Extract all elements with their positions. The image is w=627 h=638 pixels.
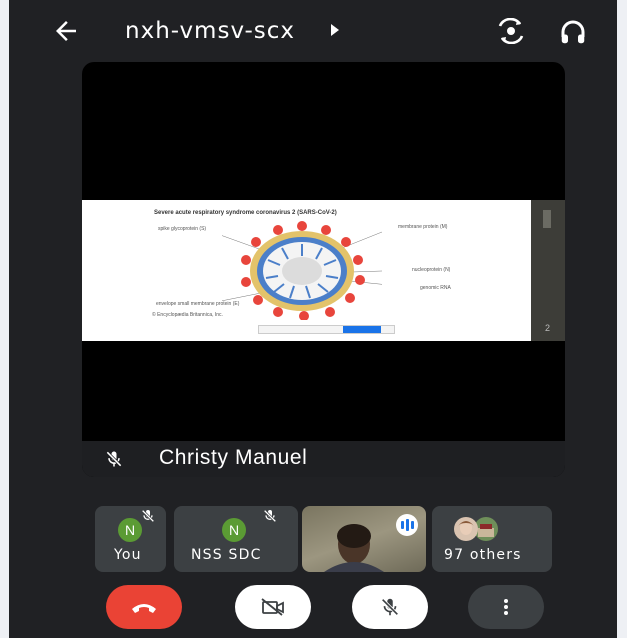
- slide-title: Severe acute respiratory syndrome corona…: [154, 210, 337, 216]
- avatar: N: [118, 518, 142, 542]
- mic-off-icon: [263, 509, 277, 523]
- meeting-details-caret-icon[interactable]: [331, 24, 339, 36]
- slide-label-spike: spike glycoprotein (S): [158, 226, 207, 232]
- more-options-button[interactable]: [468, 585, 544, 629]
- headphones-icon[interactable]: [558, 17, 588, 47]
- slide-sidebar: 2: [531, 200, 565, 341]
- slide-navigation-bar: [258, 325, 395, 334]
- participant-tile-you[interactable]: N You: [95, 506, 166, 572]
- coronavirus-diagram: [222, 221, 382, 320]
- speaking-indicator-icon: [396, 514, 418, 536]
- slide-sidebar-marker: [543, 210, 551, 228]
- meet-screen: nxh-vmsv-scx Severe acute respiratory sy…: [9, 0, 617, 638]
- avatar: N: [222, 518, 246, 542]
- participant-tile-nss-sdc[interactable]: N NSS SDC: [174, 506, 298, 572]
- slide-label-rna: genomic RNA: [420, 285, 451, 291]
- others-avatars: [454, 517, 498, 541]
- more-vert-icon: [504, 599, 508, 615]
- slide-label-nucleoprotein: nucleoprotein (N): [412, 267, 451, 273]
- participant-label: You: [114, 547, 142, 563]
- slide-nav-button: [343, 326, 381, 333]
- presenter-name-bar: Christy Manuel: [82, 441, 565, 477]
- end-call-button[interactable]: [106, 585, 182, 629]
- shared-slide: Severe acute respiratory syndrome corona…: [82, 200, 565, 341]
- hang-up-icon: [132, 604, 156, 613]
- meeting-code[interactable]: nxh-vmsv-scx: [125, 18, 295, 44]
- participant-tile-others[interactable]: 97 others: [432, 506, 552, 572]
- mic-off-icon: [106, 451, 122, 467]
- mic-off-icon: [141, 509, 155, 523]
- presentation-tile[interactable]: Severe acute respiratory syndrome corona…: [82, 62, 565, 477]
- switch-camera-icon[interactable]: [495, 18, 527, 44]
- toggle-camera-button[interactable]: [235, 585, 311, 629]
- slide-page-number: 2: [545, 323, 551, 333]
- participant-tile-camera[interactable]: [302, 506, 426, 572]
- others-count-label: 97 others: [444, 547, 522, 563]
- top-bar: nxh-vmsv-scx: [9, 0, 617, 60]
- video-off-icon: [261, 598, 284, 616]
- participant-label: NSS SDC: [191, 547, 262, 563]
- mic-off-icon: [381, 598, 399, 616]
- back-arrow-icon[interactable]: [51, 16, 81, 46]
- slide-credit: © Encyclopædia Britannica, Inc.: [152, 312, 223, 318]
- presenter-name: Christy Manuel: [159, 446, 308, 469]
- toggle-microphone-button[interactable]: [352, 585, 428, 629]
- slide-label-membrane: membrane protein (M): [398, 224, 448, 230]
